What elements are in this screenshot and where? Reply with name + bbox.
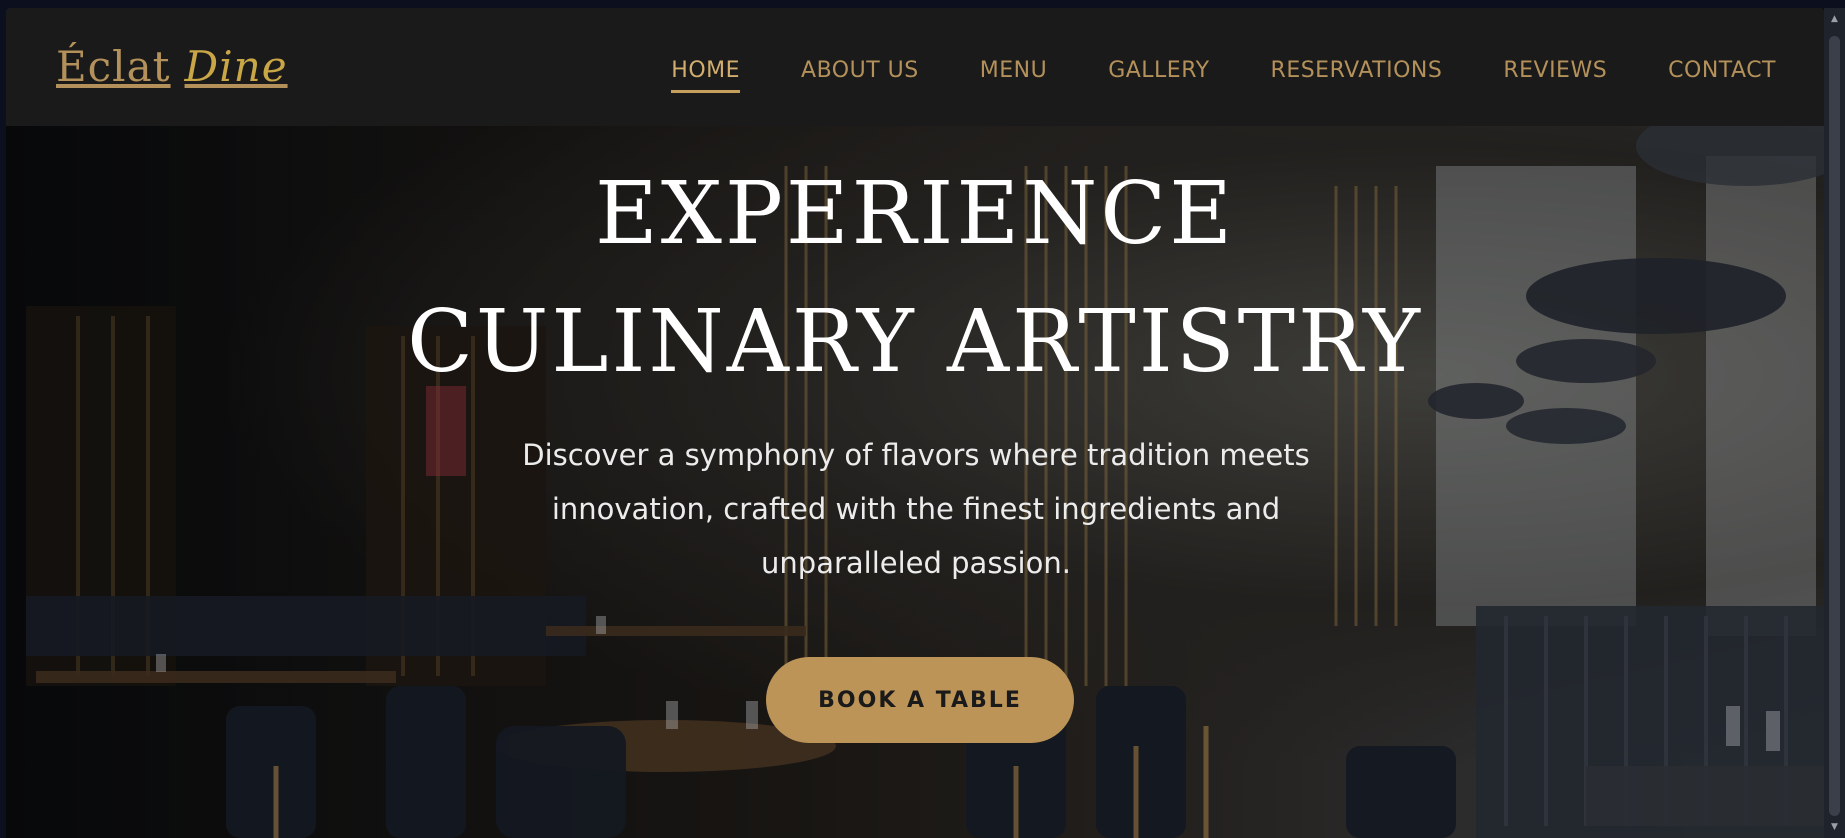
site-header: Éclat Dine HOME ABOUT US MENU GALLERY RES… (6, 8, 1824, 126)
hero-title: EXPERIENCE CULINARY ARTISTRY (6, 150, 1824, 406)
nav-gallery[interactable]: GALLERY (1108, 58, 1209, 93)
nav-menu[interactable]: MENU (980, 58, 1047, 93)
hero-subtitle-line-2: innovation, crafted with the finest ingr… (551, 492, 1281, 526)
hero-subtitle-line-3: unparalleled passion. (761, 546, 1071, 580)
nav-home[interactable]: HOME (671, 58, 740, 93)
nav-reservations[interactable]: RESERVATIONS (1271, 58, 1443, 93)
logo-name: Éclat (56, 42, 171, 91)
hero-section: EXPERIENCE CULINARY ARTISTRY Discover a … (6, 126, 1824, 838)
browser-viewport: Éclat Dine HOME ABOUT US MENU GALLERY RES… (6, 8, 1824, 838)
hero-subtitle: Discover a symphony of flavors where tra… (486, 428, 1346, 590)
site-logo[interactable]: Éclat Dine (56, 42, 288, 92)
scroll-up-arrow-icon[interactable]: ▲ (1829, 14, 1840, 24)
hero-title-line-2: CULINARY ARTISTRY (407, 292, 1423, 392)
book-a-table-button[interactable]: BOOK A TABLE (766, 657, 1074, 743)
logo-accent: Dine (184, 42, 288, 91)
nav-reviews[interactable]: REVIEWS (1503, 58, 1607, 93)
hero-title-line-1: EXPERIENCE (595, 164, 1235, 264)
page-scrollbar[interactable]: ▲ ▼ (1824, 8, 1845, 838)
scroll-down-arrow-icon[interactable]: ▼ (1829, 822, 1840, 832)
scrollbar-thumb[interactable] (1829, 36, 1840, 816)
main-nav: HOME ABOUT US MENU GALLERY RESERVATIONS … (671, 58, 1776, 93)
hero-subtitle-line-1: Discover a symphony of flavors where tra… (522, 438, 1310, 472)
nav-contact[interactable]: CONTACT (1668, 58, 1776, 93)
nav-about-us[interactable]: ABOUT US (801, 58, 919, 93)
